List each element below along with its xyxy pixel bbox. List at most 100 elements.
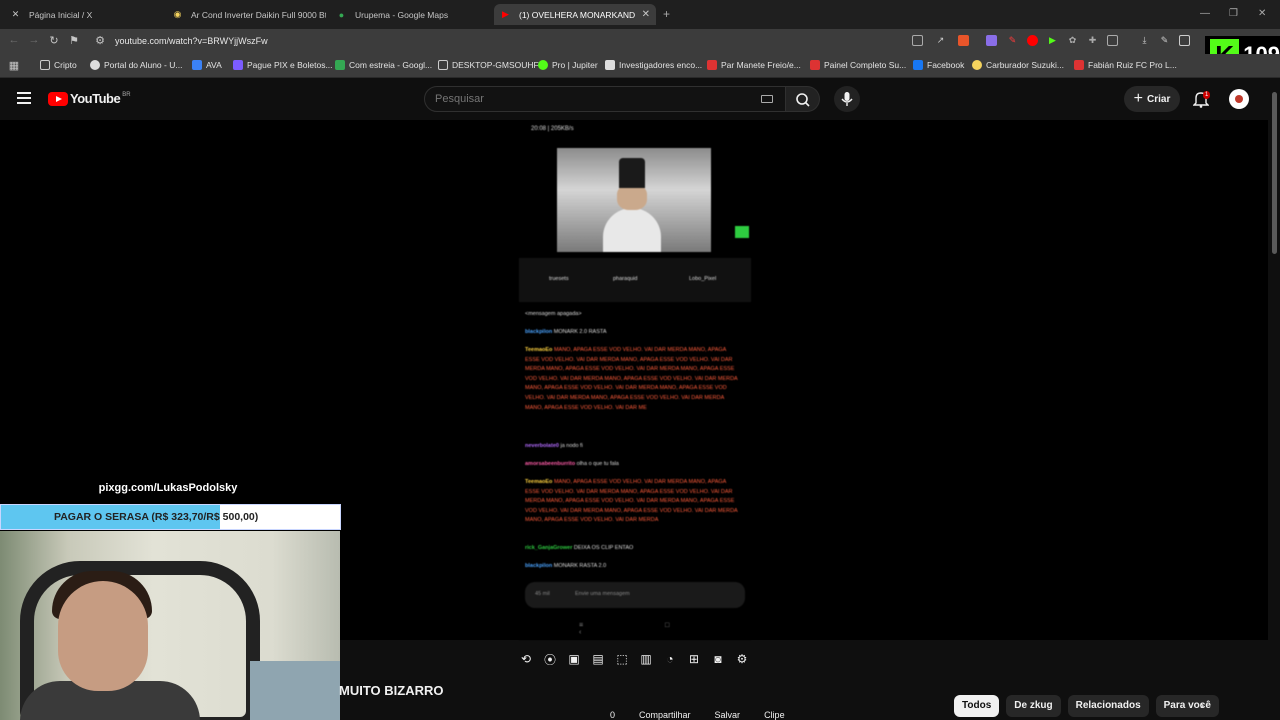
facebook-icon <box>913 60 923 70</box>
browser-tab-bar: ✕ Página Inicial / X ◉ Ar Cond Inverter … <box>0 0 1280 29</box>
share-icon[interactable]: ↗ <box>935 35 946 46</box>
bookmark-manete[interactable]: Par Manete Freio/e... <box>707 60 801 70</box>
chat-moderators: truesets pharaquid Lobo_Pixel <box>519 258 751 302</box>
bookmark-desktop[interactable]: DESKTOP-GMSOUHF <box>438 60 539 70</box>
youtube-logo[interactable]: YouTube BR <box>48 91 131 106</box>
tab-daikin[interactable]: ◉ Ar Cond Inverter Daikin Full 9000 Btu <box>166 4 326 25</box>
plus-icon: + <box>1133 90 1143 107</box>
extension-icon[interactable] <box>986 35 997 46</box>
bookmark-ava[interactable]: AVA <box>192 60 222 70</box>
bookmark-painel[interactable]: Painel Completo Su... <box>810 60 906 70</box>
loop-icon[interactable]: ⟲ <box>514 652 538 666</box>
puzzle-icon[interactable]: ✚ <box>1087 35 1098 46</box>
tab-x[interactable]: ✕ Página Inicial / X <box>4 4 164 25</box>
maximize-icon[interactable]: ❐ <box>1229 8 1238 19</box>
new-tab-button[interactable]: + <box>663 7 670 21</box>
bookmark-investigadores[interactable]: Investigadores enco... <box>605 60 702 70</box>
chip-all[interactable]: Todos <box>954 695 1000 717</box>
frame-icon[interactable]: ▥ <box>634 652 658 666</box>
tab-label: Urupema - Google Maps <box>355 9 449 20</box>
chat-message: neverbolate0 ja nodo fi <box>525 443 583 449</box>
goal-text: PAGAR O SERASA (R$ 323,70/R$ 500,00) <box>54 511 259 523</box>
save-button[interactable]: Salvar <box>715 710 741 720</box>
bookmark-carburador[interactable]: Carburador Suzuki... <box>972 60 1064 70</box>
tab-maps[interactable]: ● Urupema - Google Maps <box>330 4 490 25</box>
shop-icon: ◉ <box>173 9 182 19</box>
chip-related[interactable]: Relacionados <box>1067 695 1149 717</box>
share-button[interactable]: Compartilhar <box>639 710 691 720</box>
bookmark-jupiter[interactable]: Pro | Jupiter <box>538 60 598 70</box>
bookmark-facebook[interactable]: Facebook <box>913 60 964 70</box>
site-info-icon[interactable]: ⚙ <box>93 34 107 47</box>
shop-icon <box>972 60 982 70</box>
cast-icon[interactable] <box>912 35 923 46</box>
chat-message: TeemaoEo MANO, APAGA ESSE VOD VELHO. VAI… <box>525 479 738 524</box>
address-bar: ← → ↻ ⚑ ⚙ youtube.com/watch?v=BRWYjjWszF… <box>0 29 1280 54</box>
donation-goal-bar: PAGAR O SERASA (R$ 323,70/R$ 500,00) <box>0 504 341 530</box>
brave-shield-icon[interactable] <box>958 35 969 46</box>
screenshot-icon[interactable]: ◙ <box>706 652 730 666</box>
scrollbar-thumb[interactable] <box>1272 92 1277 254</box>
like-button[interactable]: 0 <box>610 710 615 720</box>
video-title: MUITO BIZARRO <box>339 683 444 698</box>
chat-message: blackpilon MONARK 2.0 RASTA <box>525 329 607 335</box>
related-chips: Todos De zkug Relacionados Para você <box>954 695 1226 717</box>
clip-button[interactable]: Clipe <box>764 710 785 720</box>
bookmark-icon[interactable]: ⚑ <box>67 34 81 47</box>
search-input[interactable] <box>425 87 745 111</box>
tab-label: Ar Cond Inverter Daikin Full 9000 Btu <box>191 9 326 20</box>
keyboard-icon[interactable] <box>761 95 773 103</box>
extension-icon[interactable] <box>1107 35 1118 46</box>
pix-icon <box>233 60 243 70</box>
expand-icon[interactable]: ⬚ <box>610 652 634 666</box>
tab-label: Página Inicial / X <box>29 9 93 20</box>
audio-icon[interactable]: ⦿ <box>538 651 562 668</box>
avatar[interactable] <box>1229 89 1249 109</box>
tab-label: (1) OVELHERA MONARKANDO <box>519 9 635 20</box>
jupiter-icon <box>538 60 548 70</box>
youtube-play-icon <box>48 91 68 106</box>
minimize-icon[interactable]: — <box>1200 8 1210 19</box>
youtube-header: YouTube BR + Criar 1 <box>0 78 1268 120</box>
shop-icon <box>707 60 717 70</box>
create-button[interactable]: + Criar <box>1124 86 1180 112</box>
bookmark-cripto[interactable]: Cripto <box>40 60 77 70</box>
settings-icon[interactable]: ⚙ <box>730 652 754 666</box>
globe-icon <box>90 60 100 70</box>
speed-icon[interactable]: ◔ <box>658 652 682 666</box>
forward-icon[interactable]: → <box>27 34 41 46</box>
extension-icon[interactable]: ✿ <box>1067 35 1078 46</box>
sidebar-icon[interactable] <box>1179 35 1190 46</box>
chevron-right-icon[interactable]: › <box>1200 698 1204 712</box>
chat-message: blackpilon MONARK RASTA 2.0 <box>525 563 607 569</box>
bookmark-estreia[interactable]: Com estreia - Googl... <box>335 60 432 70</box>
download-icon[interactable]: ⤓ <box>1139 35 1150 46</box>
search-button[interactable] <box>786 86 820 112</box>
chat-message: rick_GanjaGrower DEIXA OS CLIP ENTAO <box>525 545 634 551</box>
green-square <box>735 226 749 238</box>
window-close-icon[interactable]: ✕ <box>1258 8 1266 19</box>
tab-youtube[interactable]: ▶ (1) OVELHERA MONARKANDO ✕ <box>494 4 656 25</box>
reload-icon[interactable]: ↻ <box>47 34 61 47</box>
extension-icon[interactable]: ▶ <box>1047 35 1058 46</box>
back-icon[interactable]: ← <box>7 34 21 46</box>
close-icon[interactable]: ✕ <box>642 9 650 20</box>
folder-icon <box>40 60 50 70</box>
chat-message: TeemaoEo MANO, APAGA ESSE VOD VELHO. VAI… <box>525 347 738 411</box>
bookmark-fabian[interactable]: Fabián Ruiz FC Pro L... <box>1074 60 1177 70</box>
add-icon[interactable]: ⊞ <box>682 652 706 666</box>
filmstrip-icon[interactable]: ▤ <box>586 652 610 666</box>
cinema-icon[interactable]: ▣ <box>562 652 586 666</box>
apps-icon[interactable]: ▦ <box>7 59 21 72</box>
menu-icon[interactable] <box>17 92 31 107</box>
bookmark-portal-aluno[interactable]: Portal do Aluno - U... <box>90 60 182 70</box>
extension-icon[interactable]: ✎ <box>1007 35 1018 46</box>
bookmark-pix[interactable]: Pague PIX e Boletos... <box>233 60 333 70</box>
extension-icon[interactable] <box>1027 35 1038 46</box>
url-field[interactable]: youtube.com/watch?v=BRWYjjWszFw <box>115 36 268 46</box>
maps-pin-icon: ● <box>338 9 345 20</box>
chip-for-you[interactable]: Para você <box>1155 695 1219 717</box>
voice-search-button[interactable] <box>834 86 860 112</box>
edit-icon[interactable]: ✎ <box>1159 35 1170 46</box>
chip-channel[interactable]: De zkug <box>1006 695 1061 717</box>
